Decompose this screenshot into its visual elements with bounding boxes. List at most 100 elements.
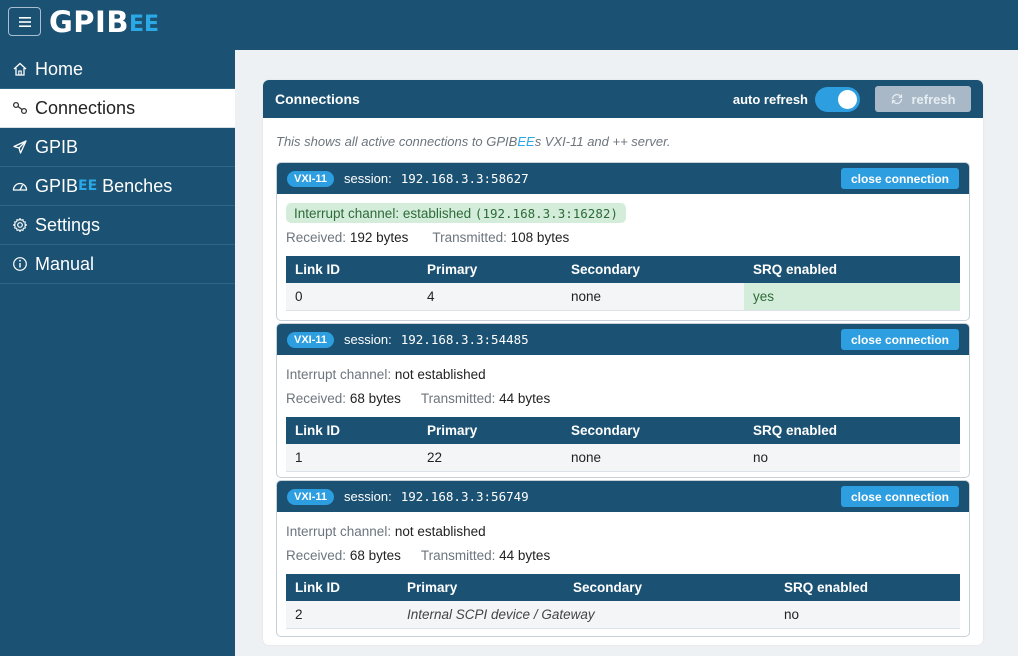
column-header: Link ID	[286, 574, 398, 601]
sidebar-item-sub: EE	[78, 178, 98, 194]
info-icon	[11, 256, 28, 273]
traffic-stats: Received: 68 bytes Transmitted: 44 bytes	[286, 391, 960, 409]
sidebar-item-connections[interactable]: Connections	[0, 89, 235, 128]
column-header: SRQ enabled	[775, 574, 960, 601]
transmitted-value: 44 bytes	[499, 548, 551, 563]
column-header: Link ID	[286, 417, 418, 444]
hamburger-icon	[18, 16, 31, 27]
card-header: Connections auto refresh refresh	[263, 80, 983, 118]
close-connection-button[interactable]: close connection	[840, 168, 959, 189]
transmitted-value: 108 bytes	[510, 230, 570, 245]
sidebar-item-benches[interactable]: GPIB EE Benches	[0, 167, 235, 206]
interrupt-label: Interrupt channel:	[294, 205, 400, 221]
interrupt-status: Interrupt channel: established (192.168.…	[286, 203, 626, 223]
received-value: 68 bytes	[349, 548, 401, 563]
intro-text: This shows all active connections to GPI…	[276, 134, 671, 149]
close-connection-button[interactable]: close connection	[840, 329, 959, 350]
primary-cell: 22	[418, 444, 562, 472]
table-row: 0 4 none yes	[286, 283, 960, 311]
table-row: 1 22 none no	[286, 444, 960, 472]
column-header: Secondary	[562, 417, 744, 444]
sidebar: Home Connections GPIB GPIB EE Benches Set…	[0, 50, 235, 656]
connections-card: Connections auto refresh refresh This sh…	[263, 80, 983, 645]
sidebar-item-label: Settings	[35, 214, 101, 235]
secondary-cell: none	[562, 283, 744, 311]
top-bar: GPIB EE	[0, 0, 1018, 50]
protocol-badge: VXI-11	[287, 488, 335, 505]
session-value: 192.168.3.3:58627	[400, 171, 529, 186]
sidebar-item-manual[interactable]: Manual	[0, 245, 235, 284]
connection-panel: VXI-11 session: 192.168.3.3:58627 close …	[276, 162, 970, 321]
gear-icon	[11, 217, 28, 234]
sidebar-item-home[interactable]: Home	[0, 50, 235, 89]
column-header: Secondary	[562, 256, 744, 283]
secondary-cell: none	[562, 444, 744, 472]
refresh-icon	[892, 93, 903, 105]
interrupt-value: not established	[394, 523, 486, 539]
protocol-badge: VXI-11	[287, 331, 335, 348]
card-title: Connections	[275, 91, 360, 107]
session-label: session:	[344, 489, 392, 504]
brand-sub: EE	[128, 12, 160, 37]
gauge-icon	[11, 178, 28, 195]
sidebar-item-label: Home	[35, 58, 84, 79]
sidebar-item-label: Connections	[35, 97, 136, 118]
received-label: Received:	[286, 230, 347, 245]
traffic-stats: Received: 192 bytes Transmitted: 108 byte…	[286, 230, 960, 248]
session-label: session:	[344, 171, 392, 186]
srq-cell: no	[775, 601, 960, 629]
primary-cell: Internal SCPI device / Gateway	[398, 601, 775, 629]
srq-cell: yes	[744, 283, 960, 311]
intro-ee: EE	[517, 134, 535, 149]
received-value: 68 bytes	[349, 391, 401, 406]
sidebar-item-suffix: Benches	[97, 175, 173, 196]
link-table: Link ID Primary Secondary SRQ enabled 1 …	[286, 417, 960, 472]
transmitted-label: Transmitted:	[420, 548, 496, 563]
connection-header: VXI-11 session: 192.168.3.3:58627 close …	[277, 163, 969, 194]
refresh-button[interactable]: refresh	[875, 86, 971, 112]
auto-refresh-toggle[interactable]	[815, 86, 860, 112]
interrupt-status: Interrupt channel: not established	[286, 521, 960, 541]
interrupt-status: Interrupt channel: not established	[286, 364, 960, 384]
received-label: Received:	[286, 391, 347, 406]
link-id-cell: 0	[286, 283, 418, 311]
interrupt-value: not established	[394, 366, 486, 382]
link-table: Link ID Primary Secondary SRQ enabled 2 …	[286, 574, 960, 629]
sidebar-item-label: GPIB	[35, 175, 79, 196]
primary-cell: 4	[418, 283, 562, 311]
hamburger-menu-button[interactable]	[8, 7, 41, 36]
sidebar-item-label: GPIB	[35, 136, 79, 157]
toggle-knob	[838, 89, 857, 109]
link-table: Link ID Primary Secondary SRQ enabled 0 …	[286, 256, 960, 311]
brand-main: GPIB	[49, 5, 129, 39]
connection-panel: VXI-11 session: 192.168.3.3:54485 close …	[276, 323, 970, 478]
home-icon	[11, 61, 28, 78]
column-header: Link ID	[286, 256, 418, 283]
session-label: session:	[344, 332, 392, 347]
close-connection-button[interactable]: close connection	[840, 486, 959, 507]
intro-suffix: s VXI-11 and ++ server.	[534, 134, 671, 149]
auto-refresh-label: auto refresh	[732, 91, 808, 107]
sidebar-item-gpib[interactable]: GPIB	[0, 128, 235, 167]
interrupt-label: Interrupt channel:	[286, 366, 392, 382]
connection-header: VXI-11 session: 192.168.3.3:54485 close …	[277, 324, 969, 355]
brand-logo[interactable]: GPIB EE	[49, 5, 159, 39]
send-icon	[11, 139, 28, 156]
sidebar-item-settings[interactable]: Settings	[0, 206, 235, 245]
table-row: 2 Internal SCPI device / Gateway no	[286, 601, 960, 629]
link-id-cell: 1	[286, 444, 418, 472]
received-label: Received:	[286, 548, 347, 563]
transmitted-label: Transmitted:	[420, 391, 496, 406]
column-header: Primary	[418, 256, 562, 283]
session-value: 192.168.3.3:56749	[400, 489, 529, 504]
interrupt-value: established	[402, 205, 472, 221]
srq-cell: no	[744, 444, 960, 472]
traffic-stats: Received: 68 bytes Transmitted: 44 bytes	[286, 548, 960, 566]
intro-prefix: This shows all active connections to GPI…	[276, 134, 518, 149]
column-header: Secondary	[564, 574, 775, 601]
sidebar-item-label: Manual	[35, 253, 95, 274]
column-header: Primary	[398, 574, 564, 601]
protocol-badge: VXI-11	[287, 170, 335, 187]
transmitted-value: 44 bytes	[499, 391, 551, 406]
interrupt-address: (192.168.3.3:16282)	[474, 205, 618, 221]
